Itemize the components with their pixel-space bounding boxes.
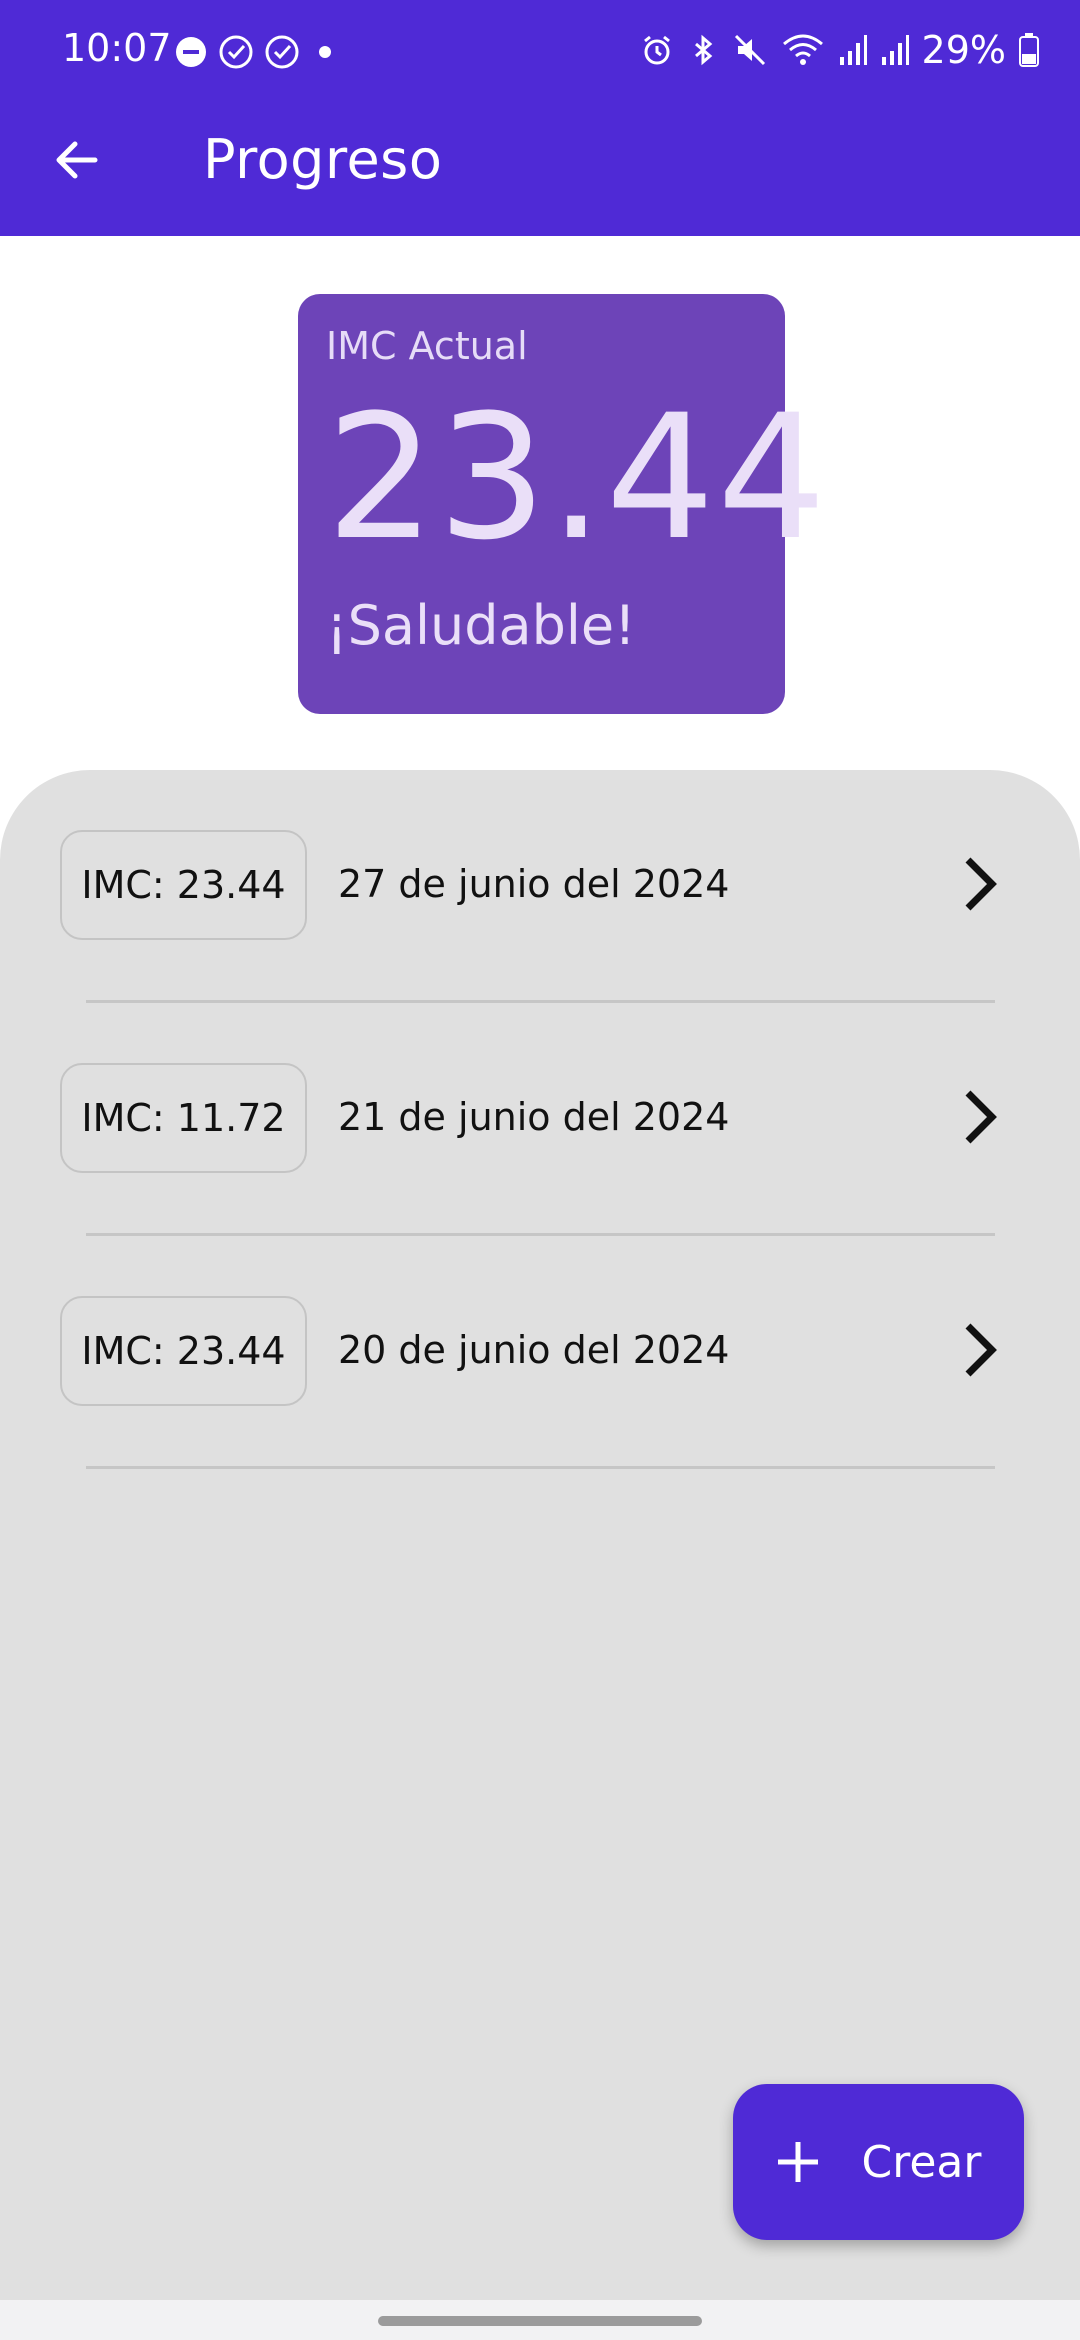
gesture-nav-bar bbox=[0, 2300, 1080, 2340]
chevron-right-icon[interactable] bbox=[950, 1320, 1010, 1380]
imc-chip: IMC: 23.44 bbox=[60, 830, 307, 940]
bluetooth-icon bbox=[686, 33, 720, 67]
current-bmi-card: IMC Actual 23.44 ¡Saludable! bbox=[298, 294, 829, 714]
status-left-icons bbox=[174, 34, 340, 70]
app-bar: Progreso bbox=[0, 102, 1080, 236]
create-button-label: Crear bbox=[861, 2136, 982, 2188]
progress-screen: 10:07 29% Progreso IMC Actual 23.44 ¡Sal… bbox=[0, 0, 1080, 2340]
row-date: 20 de junio del 2024 bbox=[338, 1328, 730, 1372]
list-item[interactable]: IMC: 23.44 27 de junio del 2024 bbox=[0, 770, 1080, 1003]
row-date: 27 de junio del 2024 bbox=[338, 862, 730, 906]
wifi-icon bbox=[780, 32, 826, 68]
alarm-icon bbox=[640, 33, 674, 67]
create-button[interactable]: Crear bbox=[733, 2084, 1024, 2240]
row-date: 21 de junio del 2024 bbox=[338, 1095, 730, 1139]
top-bar: 10:07 29% Progreso bbox=[0, 0, 1080, 236]
list-item[interactable]: IMC: 11.72 21 de junio del 2024 bbox=[0, 1003, 1080, 1236]
bmi-status: ¡Saludable! bbox=[326, 594, 636, 657]
row-divider bbox=[86, 1466, 995, 1469]
arrow-back-icon bbox=[51, 135, 101, 185]
bmi-value: 23.44 bbox=[326, 377, 829, 578]
bmi-label: IMC Actual bbox=[326, 324, 528, 368]
bmi-history-list: IMC: 23.44 27 de junio del 2024 IMC: 11.… bbox=[0, 770, 1080, 2300]
status-bar: 10:07 29% bbox=[0, 0, 1080, 102]
home-indicator[interactable] bbox=[378, 2316, 702, 2326]
imc-chip: IMC: 23.44 bbox=[60, 1296, 307, 1406]
status-time: 10:07 bbox=[62, 26, 172, 70]
back-button[interactable] bbox=[40, 124, 112, 196]
signal-icon bbox=[880, 33, 910, 67]
imc-chip: IMC: 11.72 bbox=[60, 1063, 307, 1173]
page-title: Progreso bbox=[203, 128, 443, 191]
list-item[interactable]: IMC: 23.44 20 de junio del 2024 bbox=[0, 1236, 1080, 1469]
mute-icon bbox=[732, 32, 768, 68]
status-right-icons: 29% bbox=[640, 28, 1040, 72]
signal-icon bbox=[838, 33, 868, 67]
check-circle-icon bbox=[264, 34, 300, 70]
do-not-disturb-icon bbox=[174, 35, 208, 69]
dot-icon bbox=[310, 37, 340, 67]
chevron-right-icon[interactable] bbox=[950, 854, 1010, 914]
battery-percent: 29% bbox=[921, 28, 1006, 72]
battery-icon bbox=[1018, 32, 1040, 68]
plus-icon bbox=[776, 2140, 820, 2184]
chevron-right-icon[interactable] bbox=[950, 1087, 1010, 1147]
check-circle-icon bbox=[218, 34, 254, 70]
